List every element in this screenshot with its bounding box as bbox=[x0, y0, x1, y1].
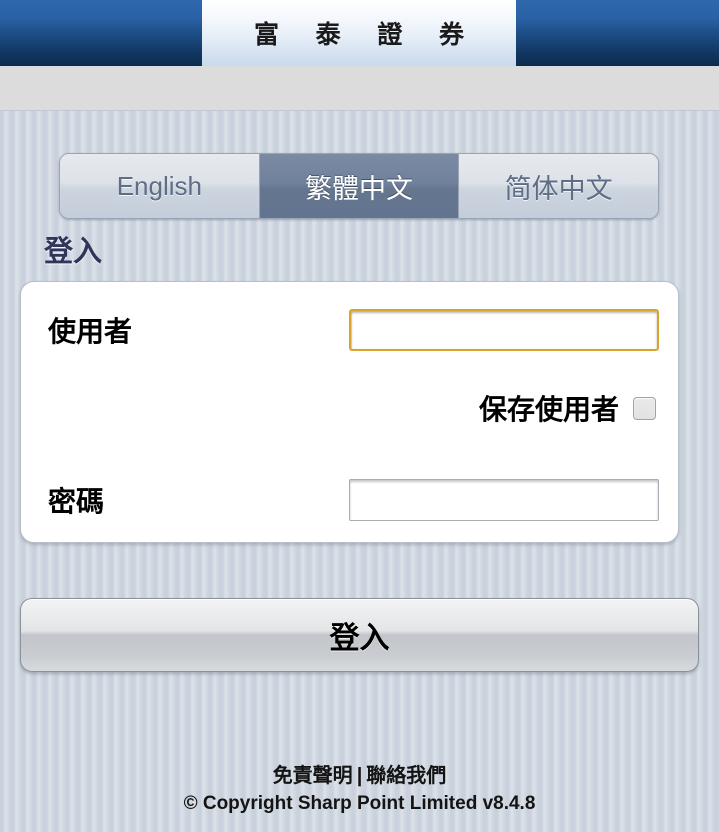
tab-english-label: English bbox=[116, 170, 202, 201]
page-title: 登入 bbox=[44, 236, 103, 268]
tab-traditional-chinese[interactable]: 繁體中文 bbox=[259, 154, 460, 218]
username-row: 使用者 bbox=[21, 302, 678, 358]
login-submit-button[interactable]: 登入 bbox=[20, 598, 699, 672]
tab-simplified-chinese-label: 简体中文 bbox=[504, 173, 613, 204]
language-tab-bar[interactable]: English 繁體中文 简体中文 bbox=[59, 153, 659, 219]
brand-logo-text: 富 泰 證 券 bbox=[253, 20, 479, 49]
login-submit-button-label: 登入 bbox=[329, 622, 390, 655]
brand-logo-panel: 富 泰 證 券 bbox=[202, 0, 516, 66]
password-row: 密碼 bbox=[21, 472, 678, 528]
app-header: 富 泰 證 券 bbox=[0, 0, 719, 66]
footer-links: 免責聲明 | 聯絡我們 bbox=[0, 759, 719, 788]
remember-user-checkbox[interactable] bbox=[633, 396, 656, 420]
copyright-text: © Copyright Sharp Point Limited v8.4.8 bbox=[183, 793, 536, 814]
tab-english[interactable]: English bbox=[60, 154, 260, 218]
page-footer: 免責聲明 | 聯絡我們 © Copyright Sharp Point Limite… bbox=[0, 759, 719, 815]
username-input[interactable] bbox=[349, 309, 659, 351]
tab-simplified-chinese[interactable]: 简体中文 bbox=[459, 154, 658, 218]
contact-us-link[interactable]: 聯絡我們 bbox=[366, 765, 446, 787]
tab-traditional-chinese-label: 繁體中文 bbox=[305, 173, 413, 204]
remember-user-row: 保存使用者 bbox=[21, 386, 678, 430]
header-underbar bbox=[0, 66, 719, 111]
login-form-card: 使用者 保存使用者 密碼 bbox=[20, 281, 679, 543]
remember-user-label: 保存使用者 bbox=[478, 394, 619, 425]
disclaimer-link[interactable]: 免責聲明 bbox=[273, 765, 353, 787]
remember-user-control[interactable]: 保存使用者 bbox=[479, 388, 656, 428]
password-label: 密碼 bbox=[48, 486, 105, 517]
footer-separator: | bbox=[356, 765, 363, 787]
username-label: 使用者 bbox=[48, 316, 133, 347]
password-input[interactable] bbox=[349, 479, 659, 521]
